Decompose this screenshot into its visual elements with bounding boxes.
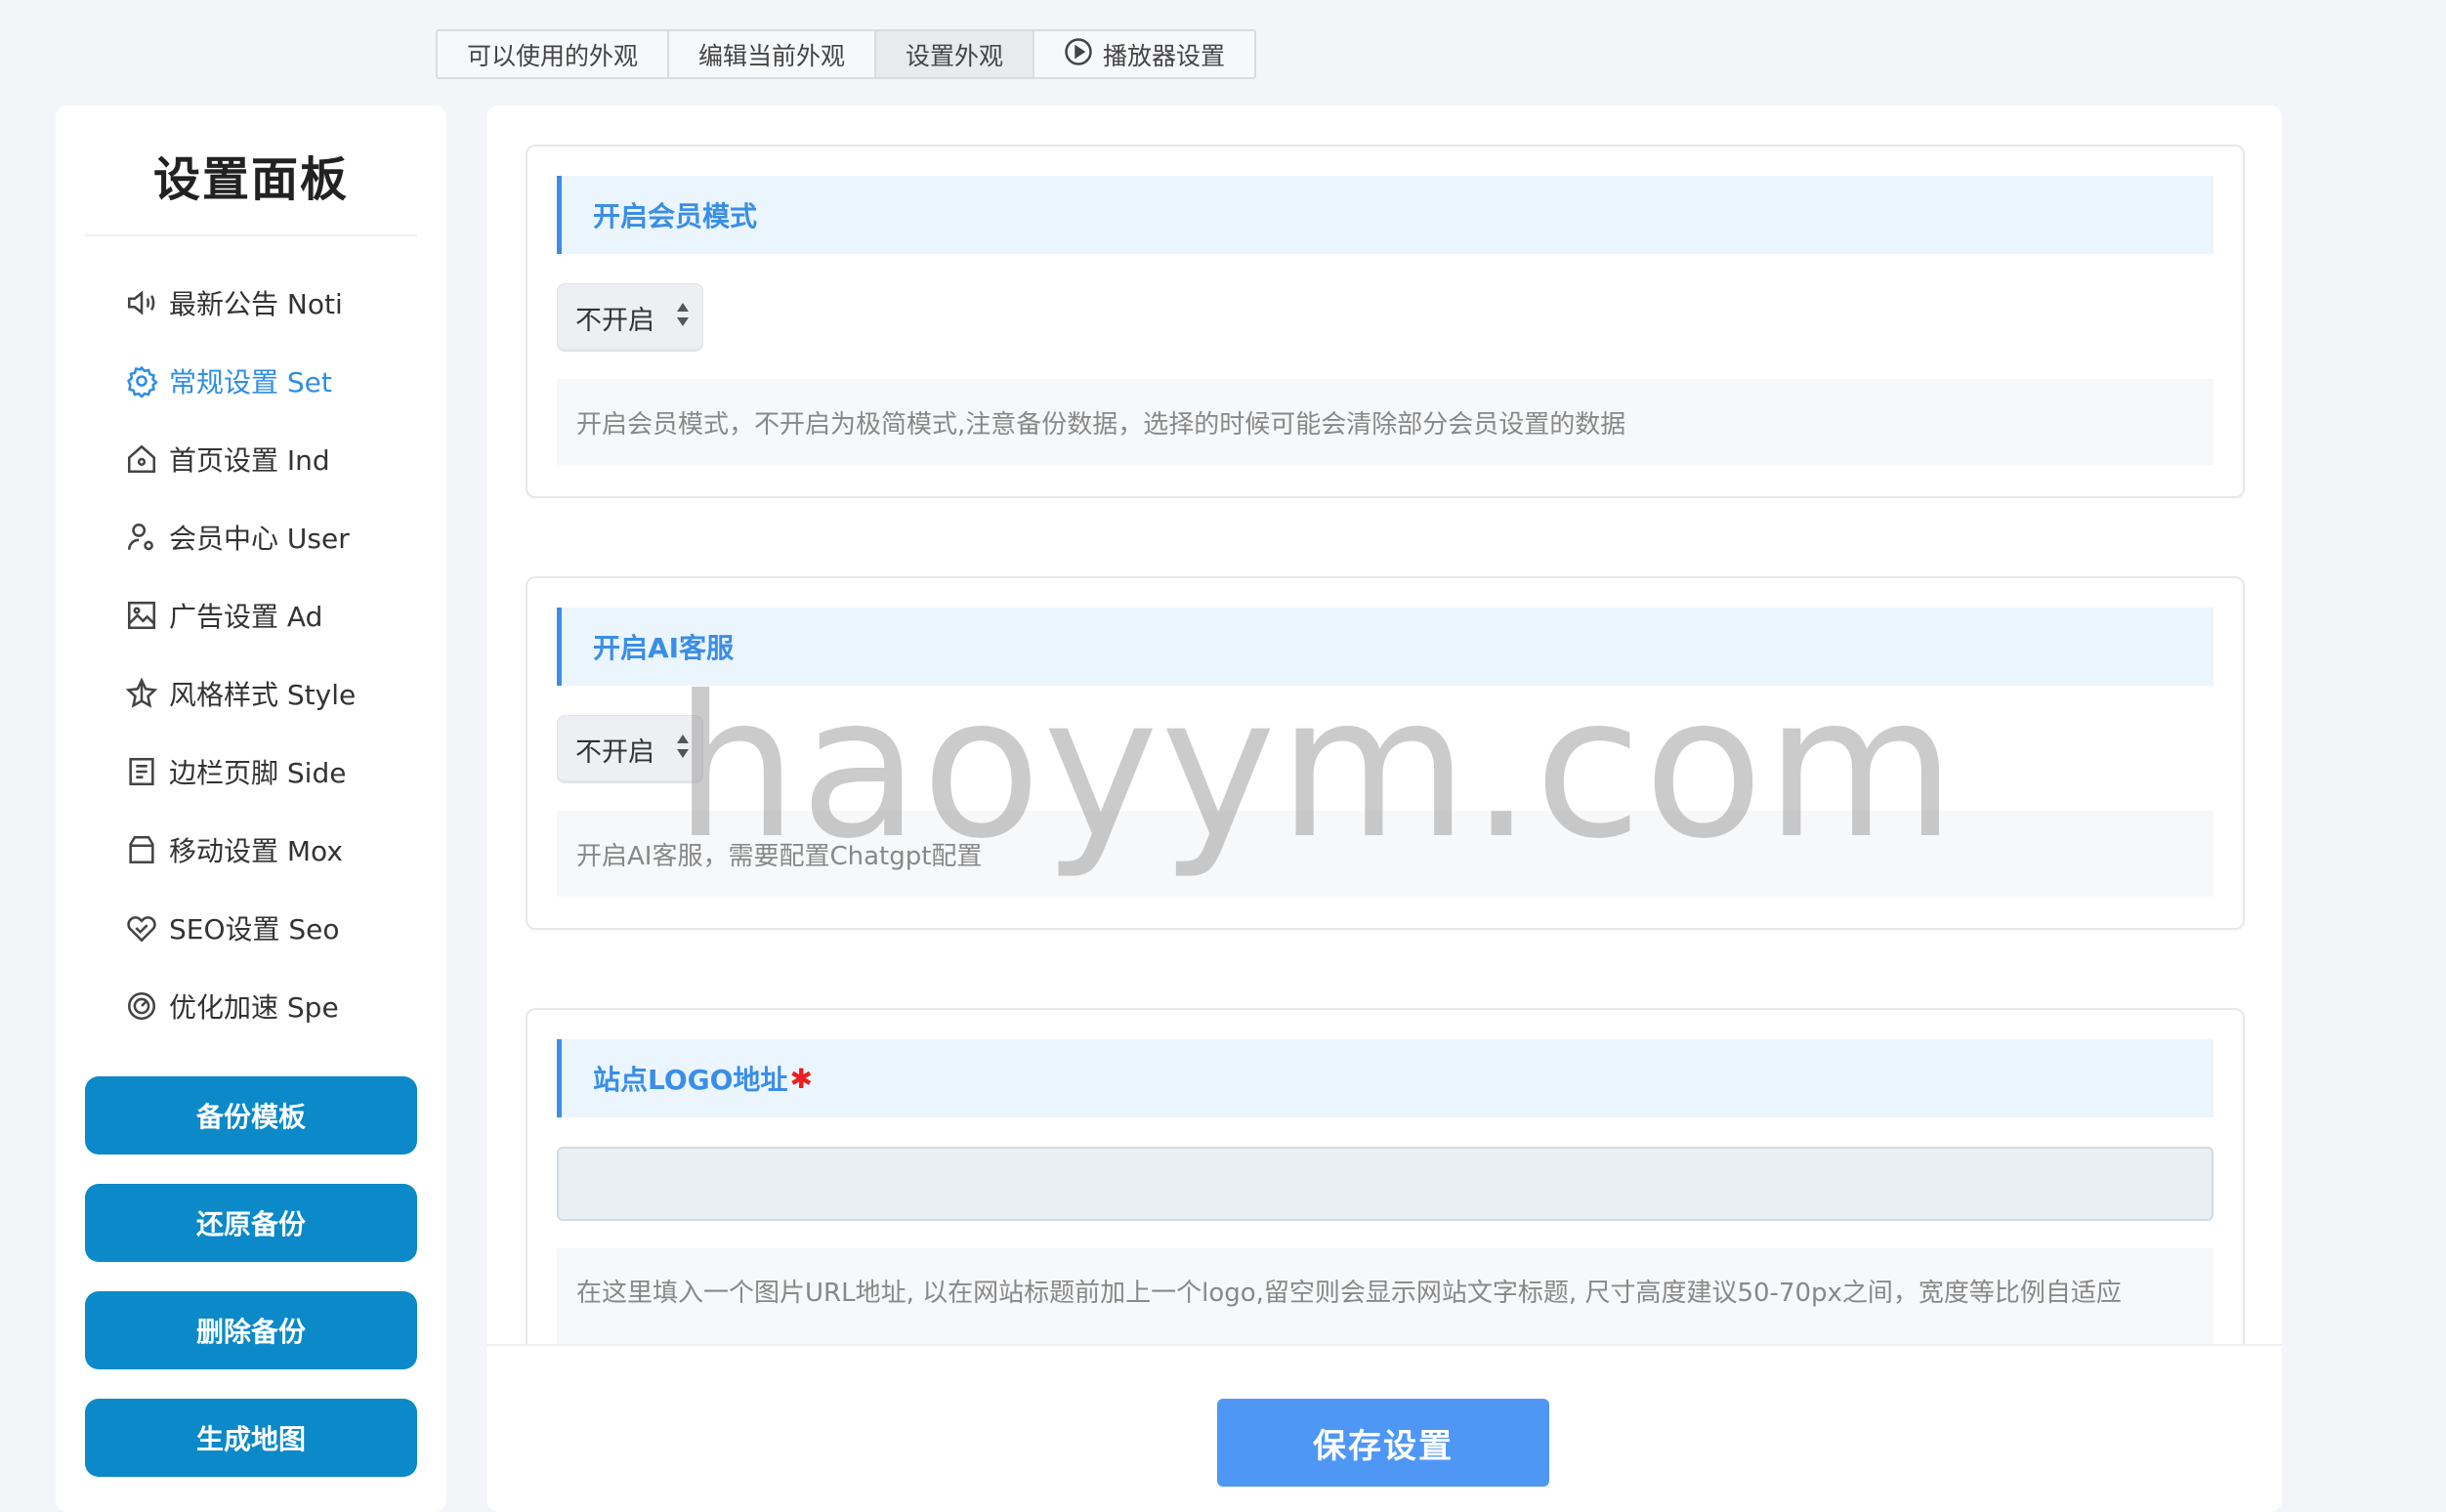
section-description: 开启AI客服，需要配置Chatgpt配置 bbox=[557, 811, 2214, 897]
select-arrows-icon bbox=[675, 300, 691, 336]
sidebar-item-label: 广告设置 Ad bbox=[169, 601, 323, 633]
delete-backup-button[interactable]: 删除备份 bbox=[85, 1291, 417, 1369]
sidebar-title: 设置面板 bbox=[152, 152, 349, 207]
sidebar-item-label: 常规设置 Set bbox=[169, 366, 332, 399]
tab-player-settings[interactable]: 播放器设置 bbox=[1034, 31, 1255, 77]
tab-label: 设置外观 bbox=[906, 41, 1004, 70]
sidebar-item-general[interactable]: 常规设置 Set bbox=[56, 342, 446, 420]
tab-label: 播放器设置 bbox=[1103, 41, 1226, 70]
appearance-tabs: 可以使用的外观 编辑当前外观 设置外观 播放器设置 bbox=[436, 29, 1257, 79]
gear-icon bbox=[124, 363, 159, 399]
settings-main-panel: 开启会员模式 不开启 开启会员模式，不开启为极简模式,注意备份数据，选择的时候可… bbox=[486, 105, 2282, 1512]
tab-edit-theme[interactable]: 编辑当前外观 bbox=[669, 31, 877, 77]
sidebar-item-label: 会员中心 User bbox=[169, 523, 350, 555]
ai-service-select[interactable]: 不开启 bbox=[557, 715, 703, 783]
section-title: 开启AI客服 bbox=[557, 608, 2214, 686]
generate-sitemap-button[interactable]: 生成地图 bbox=[85, 1399, 417, 1477]
select-value: 不开启 bbox=[575, 736, 654, 768]
ai-service-card: 开启AI客服 不开启 开启AI客服，需要配置Chatgpt配置 bbox=[526, 576, 2245, 930]
user-settings-icon bbox=[124, 520, 159, 555]
tab-label: 编辑当前外观 bbox=[698, 41, 846, 70]
member-mode-select[interactable]: 不开启 bbox=[557, 283, 703, 352]
sidebar-item-speed[interactable]: 优化加速 Spe bbox=[56, 967, 446, 1045]
star-icon bbox=[124, 676, 159, 711]
home-icon bbox=[124, 441, 159, 477]
section-description: 开启会员模式，不开启为极简模式,注意备份数据，选择的时候可能会清除部分会员设置的… bbox=[557, 379, 2214, 465]
sidebar-item-label: 首页设置 Ind bbox=[169, 444, 330, 477]
sidebar-item-label: 风格样式 Style bbox=[169, 679, 357, 711]
sidebar-item-label: 移动设置 Mox bbox=[169, 835, 343, 867]
sidebar-item-style[interactable]: 风格样式 Style bbox=[56, 654, 446, 733]
restore-backup-button[interactable]: 还原备份 bbox=[85, 1184, 417, 1262]
backup-template-button[interactable]: 备份模板 bbox=[85, 1076, 417, 1155]
sidebar-item-label: 优化加速 Spe bbox=[169, 991, 339, 1024]
section-description: 在这里填入一个图片URL地址, 以在网站标题前加上一个logo,留空则会显示网站… bbox=[557, 1248, 2214, 1356]
sidebar-item-notice[interactable]: 最新公告 Noti bbox=[56, 264, 446, 342]
sidebar-item-label: SEO设置 Seo bbox=[169, 913, 340, 945]
mobile-icon bbox=[124, 832, 159, 867]
sidebar-item-mobile[interactable]: 移动设置 Mox bbox=[56, 811, 446, 889]
speedometer-icon bbox=[124, 988, 159, 1024]
sidebar-item-label: 边栏页脚 Side bbox=[169, 757, 347, 789]
logo-url-input[interactable] bbox=[557, 1147, 2214, 1221]
image-icon bbox=[124, 598, 159, 633]
sidebar-item-user[interactable]: 会员中心 User bbox=[56, 498, 446, 576]
section-title-row: 站点LOGO地址 ✱ bbox=[557, 1039, 2214, 1117]
save-settings-button[interactable]: 保存设置 bbox=[1217, 1399, 1549, 1487]
required-mark: ✱ bbox=[789, 1062, 813, 1095]
select-value: 不开启 bbox=[575, 305, 654, 336]
sidebar-item-home[interactable]: 首页设置 Ind bbox=[56, 420, 446, 498]
member-mode-card: 开启会员模式 不开启 开启会员模式，不开启为极简模式,注意备份数据，选择的时候可… bbox=[526, 145, 2245, 498]
tab-label: 可以使用的外观 bbox=[467, 41, 639, 70]
settings-sidebar: 设置面板 最新公告 Noti 常规设置 Set 首页设置 Ind 会员中心 Us… bbox=[56, 105, 446, 1512]
tab-available-themes[interactable]: 可以使用的外观 bbox=[438, 31, 670, 77]
heart-icon bbox=[124, 910, 159, 945]
sidebar-item-seo[interactable]: SEO设置 Seo bbox=[56, 889, 446, 967]
sidebar-item-sidebar-footer[interactable]: 边栏页脚 Side bbox=[56, 733, 446, 811]
sidebar-item-ad[interactable]: 广告设置 Ad bbox=[56, 576, 446, 654]
document-icon bbox=[124, 754, 159, 789]
select-arrows-icon bbox=[675, 732, 691, 768]
sidebar-item-label: 最新公告 Noti bbox=[169, 288, 343, 320]
speaker-icon bbox=[124, 285, 159, 320]
tab-theme-settings[interactable]: 设置外观 bbox=[876, 31, 1035, 77]
footer-bar: 保存设置 bbox=[486, 1344, 2282, 1502]
play-circle-icon bbox=[1064, 37, 1093, 72]
section-title: 站点LOGO地址 bbox=[593, 1064, 788, 1096]
divider bbox=[85, 234, 417, 236]
section-title: 开启会员模式 bbox=[557, 176, 2214, 254]
